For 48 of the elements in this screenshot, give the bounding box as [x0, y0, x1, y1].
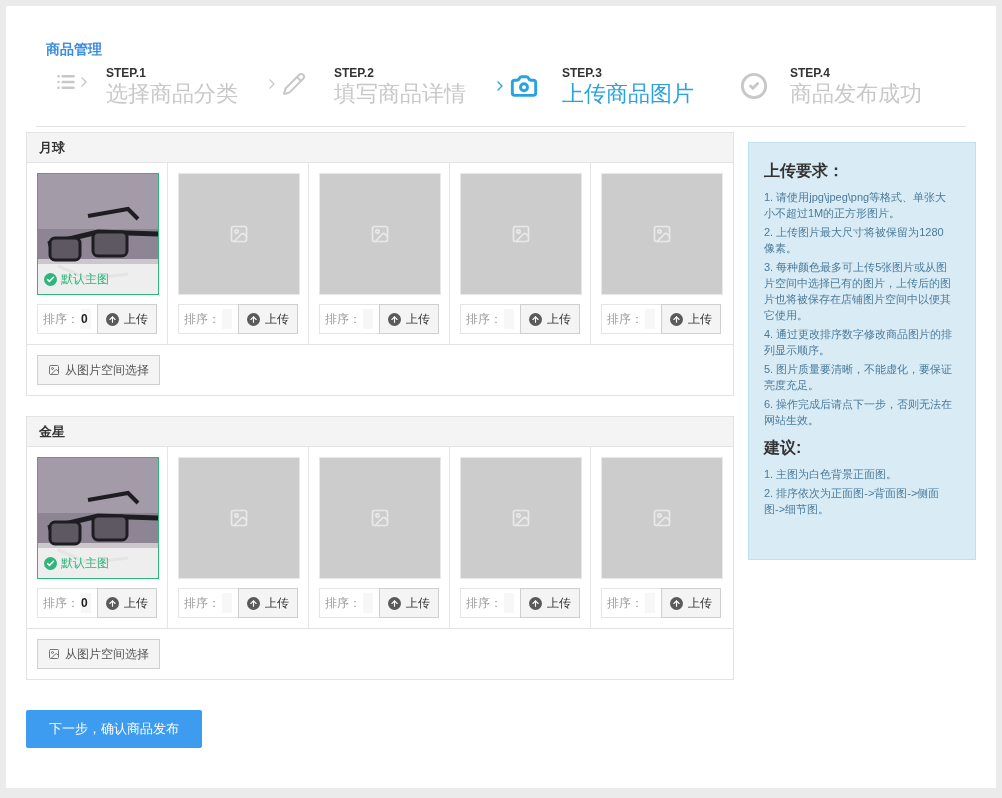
breadcrumb-title: 商品管理 [46, 40, 103, 59]
list-icon [56, 72, 76, 92]
requirement-text: 2. 上传图片最大尺寸将被保留为1280像素。 [764, 225, 945, 256]
image-icon [370, 224, 390, 244]
camera-icon [510, 72, 538, 100]
upload-button[interactable]: 上传 [97, 304, 157, 334]
choose-from-space-button[interactable]: 从图片空间选择 [37, 639, 160, 669]
suggestion-text: 2. 排序依次为正面图->背面图->侧面图->细节图。 [764, 486, 941, 517]
color-name: 月球 [27, 133, 733, 163]
upload-button[interactable]: 上传 [379, 304, 439, 334]
requirements-title: 上传要求： [764, 161, 845, 181]
image-icon [48, 364, 60, 376]
upload-button[interactable]: 上传 [238, 304, 298, 334]
upload-button[interactable]: 上传 [379, 588, 439, 618]
color-name: 金星 [27, 417, 733, 447]
pencil-icon [282, 72, 306, 96]
image-icon [370, 508, 390, 528]
sort-field[interactable]: 排序： 0 [37, 588, 97, 618]
step-number: STEP.2 [334, 66, 375, 80]
step-number: STEP.4 [790, 66, 831, 80]
choose-from-space-button[interactable]: 从图片空间选择 [37, 355, 160, 385]
requirement-text: 4. 通过更改排序数字修改商品图片的排列显示顺序。 [764, 327, 953, 358]
main-image-label: 默认主图 [38, 548, 158, 578]
image-icon [229, 508, 249, 528]
upload-button[interactable]: 上传 [238, 588, 298, 618]
image-icon [511, 224, 531, 244]
requirement-text: 6. 操作完成后请点下一步，否则无法在网站生效。 [764, 397, 953, 428]
sort-field[interactable]: 排序： 0 [37, 304, 97, 334]
upload-button[interactable]: 上传 [520, 304, 580, 334]
image-icon [48, 648, 60, 660]
main-image-label: 默认主图 [38, 264, 158, 294]
check-icon [740, 72, 768, 100]
step-number: STEP.3 [562, 66, 603, 80]
image-icon [511, 508, 531, 528]
image-icon [652, 224, 672, 244]
image-icon [652, 508, 672, 528]
requirement-text: 1. 请使用jpg\jpeg\png等格式、单张大小不超过1M的正方形图片。 [764, 190, 948, 221]
suggestions-title: 建议: [764, 438, 803, 458]
upload-button[interactable]: 上传 [520, 588, 580, 618]
requirement-text: 3. 每种颜色最多可上传5张图片或从图片空间中选择已有的图片，上传后的图片也将被保存在店铺图片空间中以便其它使用。 [764, 260, 952, 323]
upload-button[interactable]: 上传 [97, 588, 157, 618]
upload-button[interactable]: 上传 [661, 588, 721, 618]
suggestion-text: 1. 主图为白色背景正面图。 [764, 467, 899, 482]
image-icon [229, 224, 249, 244]
requirement-text: 5. 图片质量要清晰，不能虚化，要保证亮度充足。 [764, 362, 953, 393]
upload-button[interactable]: 上传 [661, 304, 721, 334]
step-label: 上传商品图片 [562, 80, 694, 108]
step-number: STEP.1 [106, 66, 147, 80]
